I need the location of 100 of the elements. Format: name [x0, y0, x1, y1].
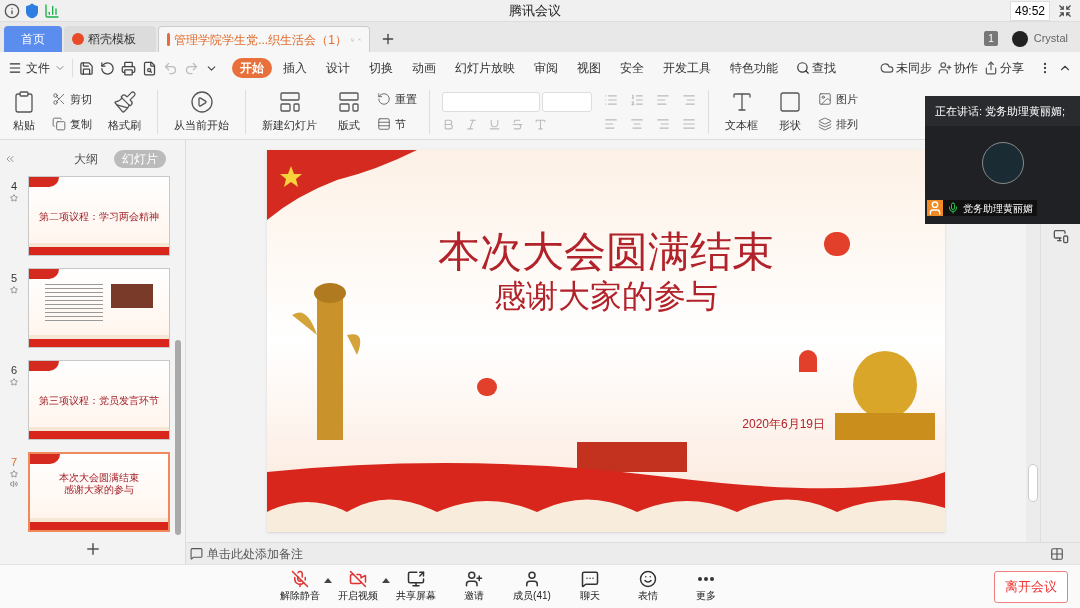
signal-icon[interactable]	[44, 2, 60, 19]
screen-switch-icon[interactable]	[1052, 228, 1069, 244]
font-color-icon[interactable]	[534, 118, 547, 131]
meeting-control[interactable]: 开启视频	[336, 570, 380, 603]
ribbon-tab[interactable]: 设计	[318, 58, 358, 78]
align-right-icon[interactable]	[656, 116, 670, 131]
redo-icon[interactable]	[184, 60, 199, 76]
meeting-control[interactable]: 聊天	[568, 570, 612, 603]
search-button[interactable]: 查找	[796, 59, 836, 77]
new-slide-icon	[277, 89, 302, 114]
meeting-control[interactable]: 邀请	[452, 570, 496, 603]
output-icon[interactable]	[100, 60, 115, 76]
font-size-field[interactable]	[542, 92, 592, 112]
ribbon-tab[interactable]: 视图	[569, 58, 609, 78]
undo-icon[interactable]	[163, 60, 178, 76]
scrollbar-thumb[interactable]	[1028, 464, 1038, 502]
play-icon	[189, 89, 214, 114]
notes-placeholder[interactable]: 单击此处添加备注	[207, 544, 303, 563]
avatar	[981, 142, 1024, 184]
leave-meeting-button[interactable]: 离开会议	[994, 570, 1068, 603]
bullet-list-icon[interactable]	[604, 92, 618, 107]
align-left-icon[interactable]	[604, 116, 618, 131]
layers-icon	[818, 116, 832, 131]
underline-icon[interactable]	[488, 118, 501, 131]
ribbon-tab[interactable]: 幻灯片放映	[447, 58, 523, 78]
animation-star-icon	[10, 470, 18, 478]
print-preview-icon[interactable]	[142, 60, 157, 76]
italic-icon[interactable]	[465, 118, 478, 131]
justify-icon[interactable]	[682, 116, 696, 131]
thumbnail-title: 本次大会圆满结束	[59, 472, 139, 484]
toolbar-action[interactable]: 未同步	[880, 59, 932, 77]
lantern-icon	[477, 378, 497, 396]
ribbon-button[interactable]: 粘贴	[8, 89, 40, 134]
copy-icon	[52, 116, 66, 131]
ribbon-tab[interactable]: 动画	[404, 58, 444, 78]
ribbon-tab[interactable]: 插入	[275, 58, 315, 78]
ribbon-tab[interactable]: 特色功能	[722, 58, 786, 78]
collapse-panel-icon[interactable]	[4, 153, 16, 165]
ribbon-button[interactable]: 剪切	[52, 91, 92, 108]
meeting-control[interactable]: 表情	[626, 570, 670, 603]
slide-number: 7	[10, 456, 18, 468]
indent-icon[interactable]	[682, 92, 696, 107]
ribbon-button[interactable]: 复制	[52, 115, 92, 132]
info-icon[interactable]	[4, 2, 20, 19]
shield-icon[interactable]	[24, 2, 40, 19]
share-icon	[984, 61, 998, 75]
ribbon-button[interactable]: 重置	[377, 91, 417, 108]
slide-thumbnail[interactable]: 第三项议程：党员发言环节	[28, 360, 170, 440]
person-icon	[927, 200, 943, 216]
toolbar-action[interactable]: 协作	[938, 59, 978, 77]
caret-icon[interactable]	[382, 578, 390, 583]
cloud-icon	[880, 61, 894, 75]
note-icon	[190, 547, 203, 560]
slide-thumbnail[interactable]: 第二项议程：学习两会精神	[28, 176, 170, 256]
font-name-field[interactable]	[442, 92, 540, 112]
slide-title: 本次大会圆满结束	[438, 228, 774, 276]
bold-icon[interactable]	[442, 118, 455, 131]
align-center-icon[interactable]	[630, 116, 644, 131]
strikethrough-icon[interactable]	[511, 118, 524, 131]
ribbon-button[interactable]: 排列	[818, 115, 858, 132]
print-icon[interactable]	[121, 60, 136, 76]
ribbon-button[interactable]: 图片	[818, 91, 858, 108]
picture-icon	[818, 92, 832, 107]
meeting-control[interactable]: 成员(41)	[510, 570, 554, 603]
ribbon-button[interactable]: 文本框	[721, 89, 762, 134]
avatar[interactable]	[1011, 31, 1028, 47]
slide-thumbnail[interactable]: 本次大会圆满结束 感谢大家的参与	[28, 452, 170, 532]
meeting-control[interactable]: 更多	[684, 570, 728, 603]
photo-placeholder	[111, 284, 153, 308]
grid-icon[interactable]	[1050, 546, 1064, 561]
ribbon-tab[interactable]: 安全	[612, 58, 652, 78]
window-count-badge[interactable]: 1	[984, 31, 998, 46]
slide-subtitle: 感谢大家的参与	[494, 277, 718, 316]
meeting-control[interactable]: 解除静音	[278, 570, 322, 603]
ribbon-tab[interactable]: 切换	[361, 58, 401, 78]
toolbar-action[interactable]: 分享	[984, 59, 1024, 77]
ribbon-button[interactable]: 节	[377, 115, 417, 132]
animation-star-icon	[10, 286, 18, 294]
ribbon-button[interactable]: 格式刷	[104, 89, 145, 134]
save-icon[interactable]	[79, 60, 94, 76]
ribbon-button[interactable]: 形状	[774, 89, 806, 134]
scrollbar-thumb[interactable]	[175, 340, 181, 535]
ribbon-tab[interactable]: 开发工具	[655, 58, 719, 78]
caret-icon[interactable]	[324, 578, 332, 583]
outdent-icon[interactable]	[656, 92, 670, 107]
file-menu[interactable]: 文件	[8, 59, 66, 77]
ribbon-tab[interactable]: 审阅	[526, 58, 566, 78]
document-tab[interactable]: 稻壳模板	[64, 26, 156, 52]
clipboard-icon	[12, 89, 36, 114]
ribbon-button[interactable]: 新建幻灯片	[258, 89, 321, 134]
scissors-icon	[52, 92, 66, 107]
ribbon-button[interactable]: 从当前开始	[170, 89, 233, 134]
panel-tab[interactable]: 大纲	[66, 150, 106, 168]
ribbon-button[interactable]: 版式	[333, 89, 365, 134]
account-name[interactable]: Crystal	[1033, 29, 1068, 46]
slide-thumbnail[interactable]	[28, 268, 170, 348]
exit-fullscreen-icon[interactable]	[1058, 3, 1072, 18]
meeting-control[interactable]: 共享屏幕	[394, 570, 438, 603]
numbered-list-icon[interactable]	[630, 92, 644, 107]
new-tab-icon[interactable]	[380, 31, 396, 47]
